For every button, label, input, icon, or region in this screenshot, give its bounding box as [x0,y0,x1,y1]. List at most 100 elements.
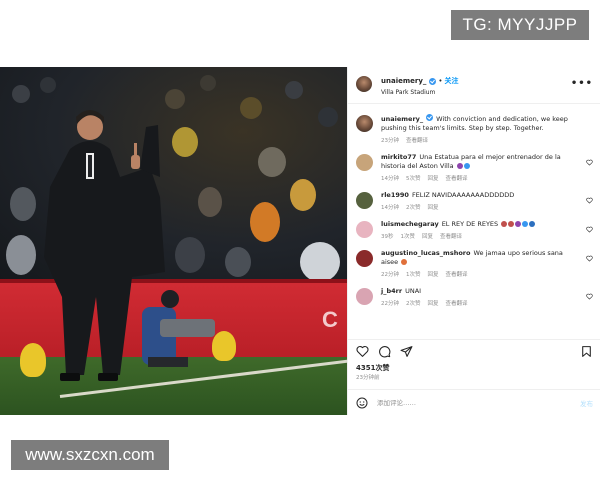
watermark-top: TG: MYYJJPP [451,10,589,40]
header-separator: • [438,77,443,85]
input-divider [348,389,600,390]
see-translation-button[interactable]: 查看翻译 [446,299,468,307]
follow-button[interactable]: 关注 [445,76,459,86]
heart-icon[interactable] [586,197,593,204]
reply-button[interactable]: 回复 [428,203,439,211]
see-translation-button[interactable]: 查看翻译 [446,270,468,278]
post-photo[interactable]: C [0,67,347,415]
see-translation-button[interactable]: 查看翻译 [446,174,468,182]
post-comment-button[interactable]: 发布 [580,398,593,408]
comment-meta: 22分钟 2次赞 回复 查看翻译 [381,299,579,307]
comment-time: 14分钟 [381,176,399,182]
heart-icon[interactable] [586,255,593,262]
comment-icon[interactable] [378,345,391,358]
caption-username[interactable]: unaiemery_ [381,115,423,123]
comment-likes-count[interactable]: 2次赞 [406,203,421,211]
comment-text: UNAI [405,287,422,295]
comment-likes-count[interactable]: 5次赞 [406,174,421,182]
globe-emoji-icon [529,221,536,227]
comment-meta: 14分钟 2次赞 回复 [381,203,579,211]
manager-figure [44,110,165,381]
avatar[interactable] [356,76,372,92]
comment-body: mirkito77 Una Estatua para el mejor entre… [381,153,593,182]
comment-text-line: augustino_lucas_mshoro We jamaa upo serio… [381,249,579,267]
raised-hands-emoji-icon [501,221,508,227]
blue-heart-emoji-icon [522,221,529,227]
comment-username[interactable]: j_b4rr [381,287,402,295]
caption-time: 23分钟 [381,138,399,144]
comment-avatar[interactable] [356,288,373,305]
reply-button[interactable]: 回复 [428,174,439,182]
comment-text-line: mirkito77 Una Estatua para el mejor entre… [381,153,579,171]
verified-icon [429,77,437,85]
comment-body: augustino_lucas_mshoro We jamaa upo serio… [381,249,593,278]
comment-text-line: luismechegaray EL REY DE REYES [381,220,579,229]
comment-time: 14分钟 [381,205,399,211]
heart-icon[interactable] [586,159,593,166]
comment-username[interactable]: mirkito77 [381,153,416,161]
caption-body: unaiemery_ With conviction and dedication… [381,114,593,144]
comment-body: luismechegaray EL REY DE REYES 39秒 1次赞 回复… [381,220,593,240]
comment-avatar[interactable] [356,250,373,267]
comment-text: EL REY DE REYES [441,220,499,228]
post-header: unaiemery_ • 关注 Villa Park Stadium ••• [348,67,600,103]
comment-meta: 39秒 1次赞 回复 查看翻译 [381,232,579,240]
share-icon[interactable] [400,345,413,358]
author-username[interactable]: unaiemery_ [381,77,426,85]
location-link[interactable]: Villa Park Stadium [381,89,571,96]
comment-avatar[interactable] [356,154,373,171]
comment-body: j_b4rr UNAI 22分钟 2次赞 回复 查看翻译 [381,287,593,307]
comment-body: rle1990 FELIZ NAVIDAAAAAAADDDDDD 14分钟 2次赞… [381,191,593,211]
comment-text: FELIZ NAVIDAAAAAAADDDDDD [411,191,515,199]
comment-likes-count[interactable]: 2次赞 [406,299,421,307]
post-time: 23分钟前 [356,375,380,381]
watermark-bottom: www.sxzcxn.com [11,440,169,470]
caption-avatar[interactable] [356,115,373,132]
see-translation-button[interactable]: 查看翻译 [440,232,462,240]
verified-icon [426,114,434,121]
list-item: luismechegaray EL REY DE REYES 39秒 1次赞 回复… [356,220,593,240]
comment-meta: 14分钟 5次赞 回复 查看翻译 [381,174,579,182]
heart-icon[interactable] [586,226,593,233]
purple-heart-emoji-icon [515,221,522,227]
action-bar [348,340,600,362]
comment-avatar[interactable] [356,192,373,209]
bookmark-icon[interactable] [580,345,593,358]
list-item: augustino_lucas_mshoro We jamaa upo serio… [356,249,593,278]
comment-likes-count[interactable]: 1次赞 [401,232,416,240]
caption-meta: 23分钟 查看翻译 [381,136,579,144]
caption-text-line: unaiemery_ With conviction and dedication… [381,114,579,133]
purple-heart-emoji-icon [456,163,463,169]
add-comment-bar: 发布 [348,391,600,415]
heart-icon[interactable] [586,293,593,300]
header-divider [348,103,600,104]
blue-heart-emoji-icon [463,163,470,169]
page: TG: MYYJJPP C unaiemery_ • 关注 Villa Park… [0,0,600,480]
list-item: j_b4rr UNAI 22分钟 2次赞 回复 查看翻译 [356,287,593,307]
comment-likes-count[interactable]: 1次赞 [406,270,421,278]
comment-input[interactable] [377,399,580,407]
comment-meta: 22分钟 1次赞 回复 查看翻译 [381,270,579,278]
comment-text-line: j_b4rr UNAI [381,287,579,296]
comment-time: 22分钟 [381,301,399,307]
likes-count[interactable]: 4351次赞 [356,363,389,373]
comment-username[interactable]: rle1990 [381,191,409,199]
reply-button[interactable]: 回复 [428,299,439,307]
reply-button[interactable]: 回复 [428,270,439,278]
comment-username[interactable]: luismechegaray [381,220,439,228]
instagram-post: C unaiemery_ • 关注 Villa Park Stadium •••… [0,67,600,415]
list-item: rle1990 FELIZ NAVIDAAAAAAADDDDDD 14分钟 2次赞… [356,191,593,211]
list-item: mirkito77 Una Estatua para el mejor entre… [356,153,593,182]
post-side-panel: unaiemery_ • 关注 Villa Park Stadium ••• u… [347,67,600,415]
comment-username[interactable]: augustino_lucas_mshoro [381,249,470,257]
more-options-icon[interactable]: ••• [571,78,593,89]
heart-icon[interactable] [356,345,369,358]
reply-button[interactable]: 回复 [422,232,433,240]
comment-avatar[interactable] [356,221,373,238]
header-row: unaiemery_ • 关注 [381,76,571,86]
comments-list[interactable]: unaiemery_ With conviction and dedication… [348,107,600,339]
see-translation-button[interactable]: 查看翻译 [406,136,428,144]
raised-hands-emoji-icon [508,221,515,227]
smile-icon[interactable] [356,397,368,409]
laughing-emoji-icon [401,259,408,265]
